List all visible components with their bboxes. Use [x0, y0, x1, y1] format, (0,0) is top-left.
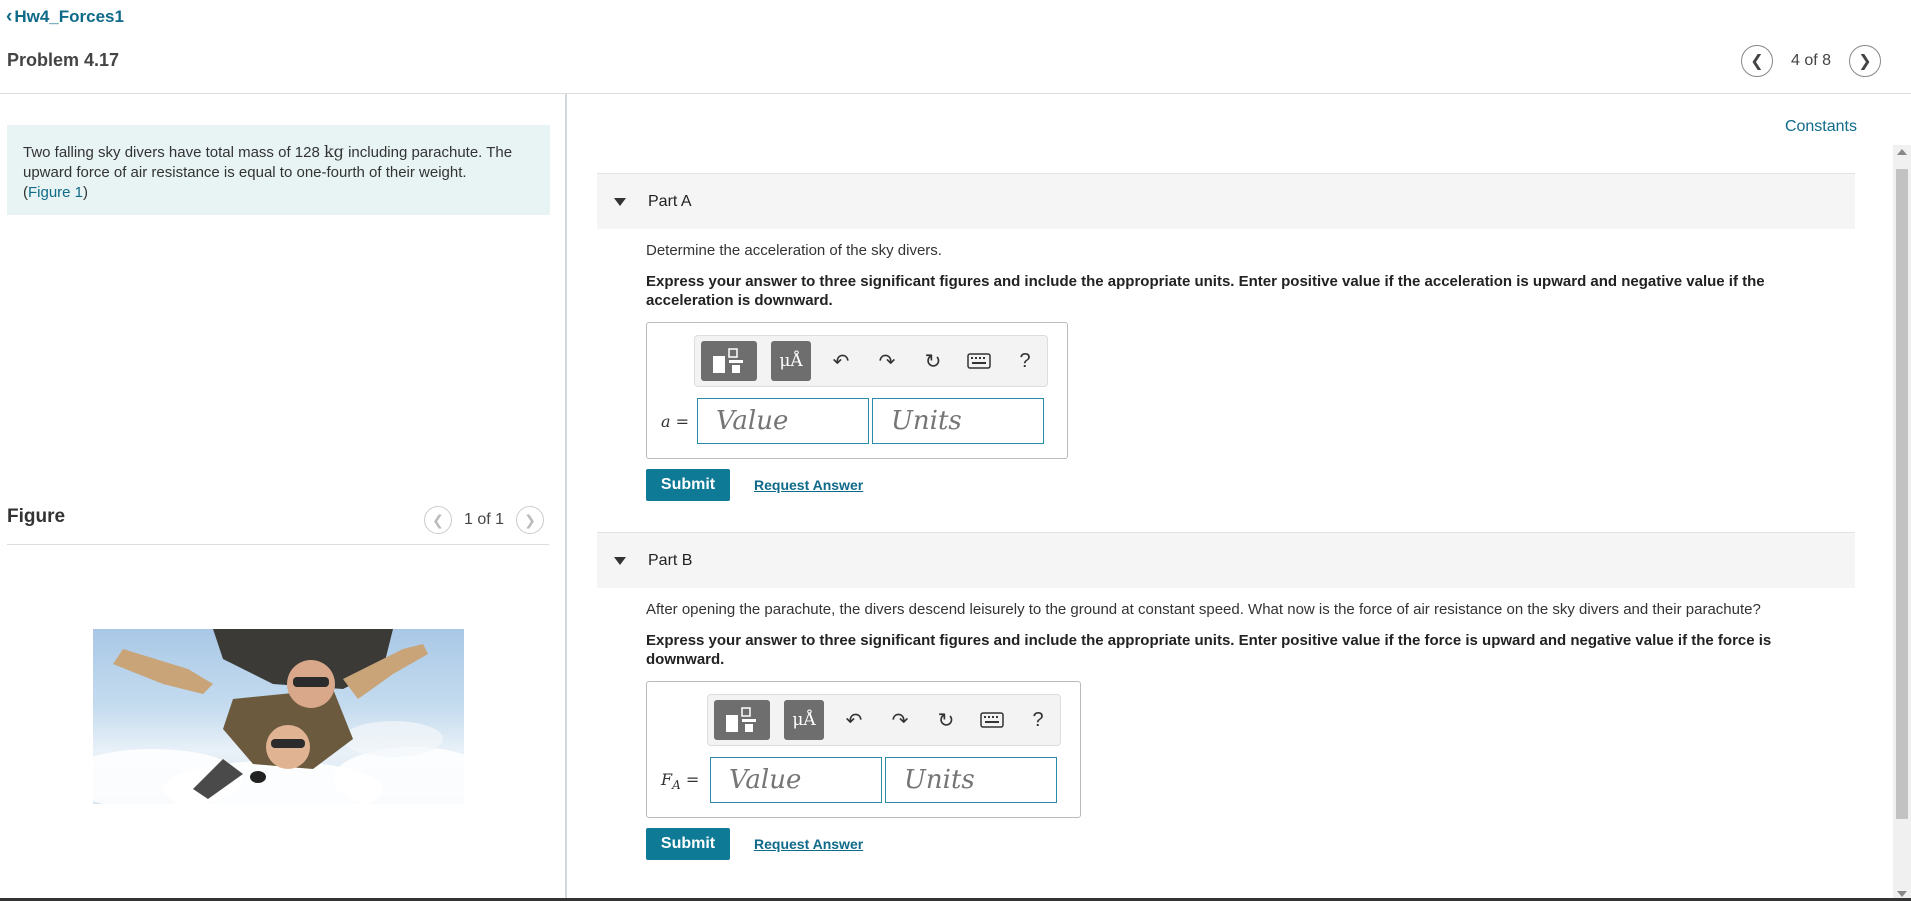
- units-symbols-button[interactable]: μÅ: [784, 700, 824, 740]
- undo-icon[interactable]: ↶: [838, 704, 870, 736]
- keyboard-shape: [980, 712, 1004, 728]
- part-b-toolbar: μÅ ↶ ↷ ↻ ?: [707, 694, 1061, 746]
- help-button[interactable]: ?: [1022, 704, 1054, 736]
- next-problem-button[interactable]: ❯: [1849, 45, 1881, 77]
- part-b-variable: FA =: [661, 770, 699, 792]
- part-b-answer-box: μÅ ↶ ↷ ↻ ? FA =: [646, 681, 1081, 818]
- part-a-units-field[interactable]: [872, 398, 1044, 444]
- templates-icon: [713, 348, 743, 373]
- part-b-submit-button[interactable]: Submit: [646, 828, 730, 860]
- reset-icon[interactable]: ↻: [930, 704, 962, 736]
- scroll-down-icon[interactable]: [1897, 891, 1907, 897]
- part-a-label: Part A: [648, 192, 692, 210]
- keyboard-icon[interactable]: [963, 345, 995, 377]
- part-a-value-field[interactable]: [697, 398, 869, 444]
- figure-position: 1 of 1: [464, 511, 505, 528]
- problem-title: Problem 4.17: [7, 50, 120, 70]
- part-b-units-field[interactable]: [885, 757, 1057, 803]
- templates-icon: [726, 707, 756, 732]
- part-a-toolbar: μÅ ↶ ↷ ↻ ?: [694, 335, 1048, 387]
- mass-unit: kg: [323, 142, 344, 161]
- paren-close: ): [83, 184, 89, 201]
- part-b-header[interactable]: Part B: [597, 532, 1855, 588]
- variable-subscript: A: [672, 778, 681, 793]
- templates-button[interactable]: [714, 700, 770, 740]
- part-b-question: After opening the parachute, the divers …: [646, 601, 1761, 618]
- part-a-variable: a =: [661, 412, 689, 431]
- part-a-question: Determine the acceleration of the sky di…: [646, 242, 942, 259]
- caret-down-icon: [614, 556, 626, 565]
- part-b-request-answer-link[interactable]: Request Answer: [754, 836, 863, 852]
- part-b-label: Part B: [648, 551, 693, 569]
- variable-symbol: a: [661, 412, 671, 431]
- right-pane-scrollbar[interactable]: [1893, 145, 1911, 901]
- templates-button[interactable]: [701, 341, 757, 381]
- part-a-instruction: Express your answer to three significant…: [646, 273, 1765, 309]
- scroll-up-icon[interactable]: [1897, 149, 1907, 155]
- chevron-left-icon: ❮: [432, 511, 444, 528]
- variable-symbol: F: [661, 770, 673, 789]
- problem-text: Two falling sky divers have total mass o…: [23, 144, 324, 161]
- assignment-name: Hw4_Forces1: [14, 7, 124, 26]
- problem-position: 4 of 8: [1790, 52, 1831, 69]
- sky-divers-photo: [93, 629, 464, 804]
- problem-pager: ❮ 4 of 8 ❯: [1740, 45, 1881, 77]
- keyboard-icon[interactable]: [976, 704, 1008, 736]
- units-symbols-button[interactable]: μÅ: [771, 341, 811, 381]
- next-figure-button[interactable]: ❯: [516, 506, 545, 534]
- scroll-thumb[interactable]: [1896, 169, 1908, 819]
- top-bar: ‹ Hw4_Forces1 Problem 4.17 ❮ 4 of 8 ❯: [0, 0, 1911, 94]
- part-a-submit-button[interactable]: Submit: [646, 469, 730, 501]
- part-a-request-answer-link[interactable]: Request Answer: [754, 477, 863, 493]
- figure-link[interactable]: Figure 1: [28, 184, 83, 201]
- part-b-instruction: Express your answer to three significant…: [646, 632, 1772, 668]
- back-to-assignment-link[interactable]: ‹ Hw4_Forces1: [6, 6, 124, 28]
- keyboard-shape: [967, 353, 991, 369]
- previous-problem-button[interactable]: ❮: [1740, 45, 1773, 77]
- pane-divider[interactable]: [565, 94, 567, 901]
- sky-divers-illustration: [93, 629, 464, 804]
- help-button[interactable]: ?: [1009, 345, 1041, 377]
- problem-statement: Two falling sky divers have total mass o…: [7, 125, 550, 215]
- redo-icon[interactable]: ↷: [871, 345, 903, 377]
- reset-icon[interactable]: ↻: [917, 345, 949, 377]
- constants-link[interactable]: Constants: [1785, 118, 1857, 136]
- figure-pager: ❮ 1 of 1 ❯: [424, 506, 545, 534]
- figure-heading: Figure: [7, 506, 66, 527]
- equals-sign: =: [680, 770, 700, 789]
- caret-down-icon: [614, 197, 626, 206]
- part-a-answer-box: μÅ ↶ ↷ ↻ ? a =: [646, 322, 1068, 459]
- chevron-left-icon: ❮: [1750, 53, 1764, 70]
- figure-divider: [7, 544, 549, 545]
- chevron-right-icon: ❯: [524, 511, 536, 528]
- part-a-header[interactable]: Part A: [597, 173, 1855, 229]
- chevron-right-icon: ❯: [1858, 53, 1872, 70]
- part-b-value-field[interactable]: [710, 757, 882, 803]
- previous-figure-button[interactable]: ❮: [424, 506, 452, 534]
- undo-icon[interactable]: ↶: [825, 345, 857, 377]
- redo-icon[interactable]: ↷: [884, 704, 916, 736]
- chevron-left-icon: ‹: [6, 6, 13, 27]
- equals-sign: =: [670, 412, 690, 431]
